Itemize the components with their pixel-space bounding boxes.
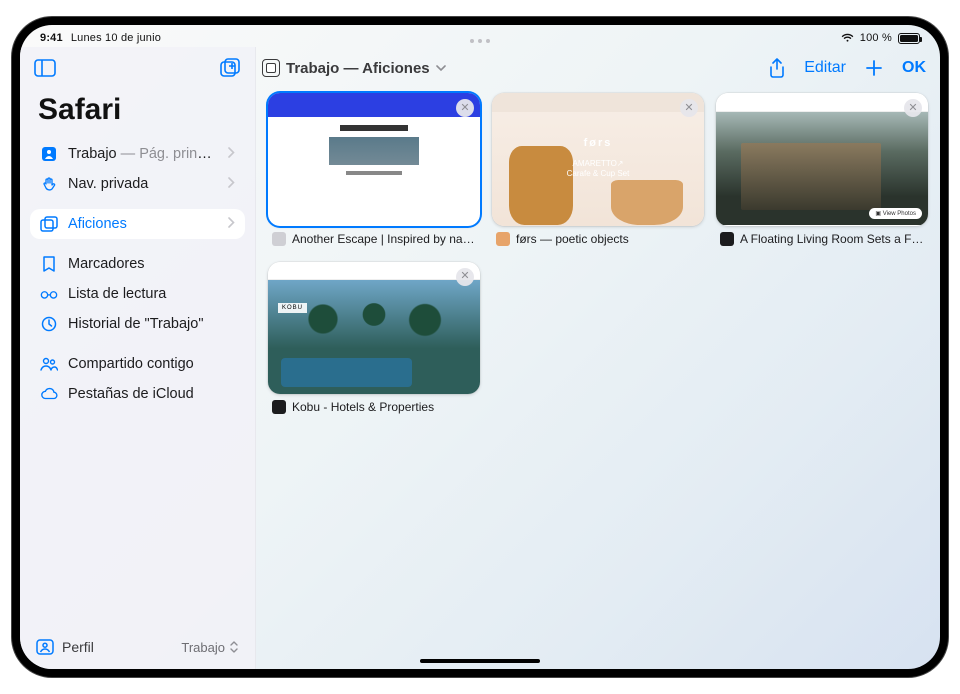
sidebar-item-hand[interactable]: Nav. privada	[30, 169, 245, 199]
sidebar-item-cloud[interactable]: Pestañas de iCloud	[30, 379, 245, 409]
sidebar-item-bookmark[interactable]: Marcadores	[30, 249, 245, 279]
updown-icon	[229, 640, 239, 654]
chevron-right-icon	[228, 147, 235, 161]
new-tab-button[interactable]	[864, 58, 884, 78]
sidebar-item-label: Pestañas de iCloud	[68, 386, 235, 402]
close-tab-button[interactable]: ✕	[904, 99, 922, 117]
tab-thumbnail[interactable]: KOBU✕	[268, 262, 480, 395]
tabgroup-title-button[interactable]: Trabajo — Aficiones	[262, 59, 446, 77]
cloud-icon	[40, 387, 58, 401]
hand-icon	[40, 176, 58, 192]
sidebar-item-label: Marcadores	[68, 256, 235, 272]
tabgroup-title: Trabajo — Aficiones	[286, 60, 430, 77]
tab-card[interactable]: KOBU✕ Kobu - Hotels & Properties	[268, 262, 480, 415]
favicon	[272, 400, 286, 414]
tabs-icon	[40, 216, 58, 232]
clock-icon	[40, 316, 58, 332]
battery-icon	[898, 33, 920, 44]
bookmark-icon	[40, 256, 58, 272]
tab-card[interactable]: ▣ View Photos✕ A Floating Living Room Set…	[716, 93, 928, 246]
favicon	[496, 232, 510, 246]
new-tabgroup-icon[interactable]	[219, 58, 241, 78]
people-icon	[40, 357, 58, 371]
favicon	[720, 232, 734, 246]
tab-card[interactable]: ✕ Another Escape | Inspired by nature	[268, 93, 480, 246]
sidebar-item-label: Lista de lectura	[68, 286, 235, 302]
close-tab-button[interactable]: ✕	[456, 99, 474, 117]
edit-button[interactable]: Editar	[804, 59, 846, 77]
sidebar-item-clock[interactable]: Historial de "Trabajo"	[30, 309, 245, 339]
wifi-icon	[841, 33, 854, 43]
sidebar-item-label: Trabajo — Pág. principal	[68, 146, 218, 162]
status-bar: 9:41 Lunes 10 de junio 100 %	[20, 25, 940, 47]
sidebar-item-work[interactable]: Trabajo — Pág. principal	[30, 139, 245, 169]
status-date: Lunes 10 de junio	[71, 32, 161, 44]
sidebar-toggle-icon[interactable]	[34, 59, 56, 77]
close-tab-button[interactable]: ✕	[456, 268, 474, 286]
glasses-icon	[40, 288, 58, 300]
sidebar: Safari Trabajo — Pág. principal Nav. priv…	[20, 47, 256, 669]
chevron-down-icon	[436, 64, 446, 72]
tab-thumbnail[interactable]: førsAMARETTO↗Carafe & Cup Set✕	[492, 93, 704, 226]
tab-thumbnail[interactable]: ▣ View Photos✕	[716, 93, 928, 226]
profile-icon	[36, 639, 54, 655]
tabgroup-icon	[262, 59, 280, 77]
multitask-dots[interactable]	[470, 39, 490, 43]
main-area: Trabajo — Aficiones Editar OK	[256, 47, 940, 669]
sidebar-item-label: Aficiones	[68, 216, 218, 232]
plus-icon	[864, 58, 884, 78]
done-button[interactable]: OK	[902, 59, 926, 77]
share-icon	[768, 58, 786, 78]
tab-grid: ✕ Another Escape | Inspired by nature førs…	[256, 89, 940, 669]
ipad-frame: 9:41 Lunes 10 de junio 100 %	[12, 17, 948, 677]
tab-title: Another Escape | Inspired by nature	[292, 232, 476, 246]
sidebar-item-label: Nav. privada	[68, 176, 218, 192]
tabgroup-toolbar: Trabajo — Aficiones Editar OK	[256, 47, 940, 89]
sidebar-item-tabs[interactable]: Aficiones	[30, 209, 245, 239]
tab-thumbnail[interactable]: ✕	[268, 93, 480, 226]
sidebar-footer: Perfil Trabajo	[20, 629, 255, 669]
sidebar-item-people[interactable]: Compartido contigo	[30, 349, 245, 379]
profile-button[interactable]: Perfil	[36, 639, 94, 655]
status-time: 9:41	[40, 32, 63, 44]
profile-value: Trabajo	[181, 640, 225, 655]
chevron-right-icon	[228, 217, 235, 231]
battery-label: 100 %	[860, 32, 892, 44]
tab-card[interactable]: førsAMARETTO↗Carafe & Cup Set✕ førs — poe…	[492, 93, 704, 246]
sidebar-item-label: Historial de "Trabajo"	[68, 316, 235, 332]
tab-title: A Floating Living Room Sets a Family's…	[740, 232, 924, 246]
sidebar-navlist: Trabajo — Pág. principal Nav. privada Afic…	[20, 139, 255, 629]
work-icon	[40, 146, 58, 162]
share-button[interactable]	[768, 58, 786, 78]
close-tab-button[interactable]: ✕	[680, 99, 698, 117]
profile-switcher[interactable]: Trabajo	[181, 640, 239, 655]
home-indicator[interactable]	[420, 659, 540, 663]
sidebar-item-glasses[interactable]: Lista de lectura	[30, 279, 245, 309]
tab-title: førs — poetic objects	[516, 232, 629, 246]
sidebar-item-label: Compartido contigo	[68, 356, 235, 372]
screen: 9:41 Lunes 10 de junio 100 %	[20, 25, 940, 669]
profile-label: Perfil	[62, 639, 94, 655]
favicon	[272, 232, 286, 246]
chevron-right-icon	[228, 177, 235, 191]
app-title: Safari	[20, 89, 255, 139]
tab-title: Kobu - Hotels & Properties	[292, 400, 434, 414]
